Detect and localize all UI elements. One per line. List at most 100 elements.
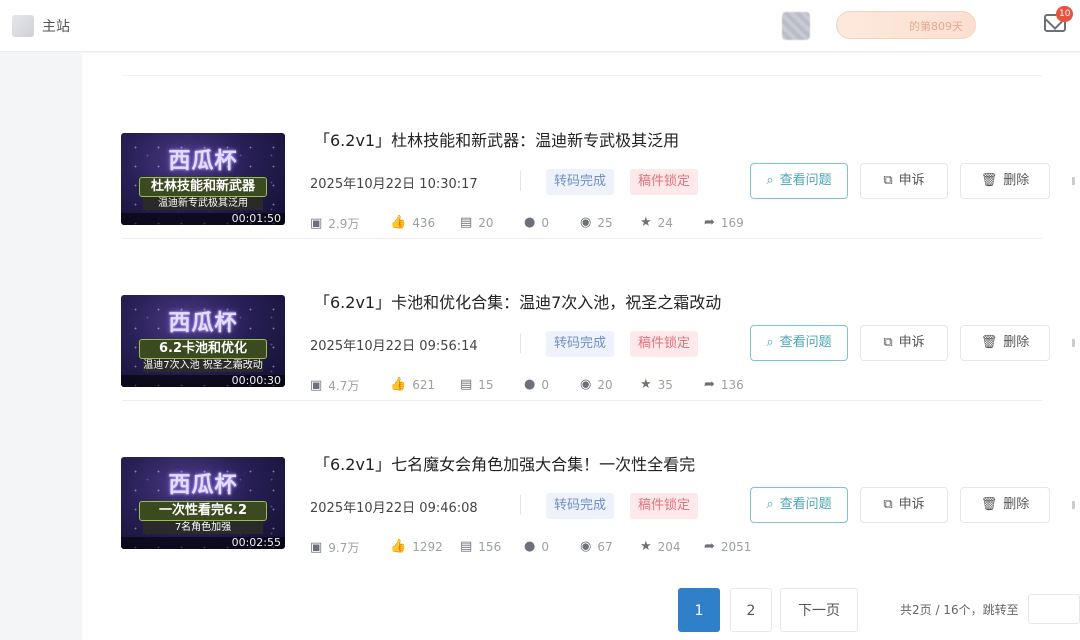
stat-comments: ● 0 xyxy=(524,539,549,554)
appeal-label: 申诉 xyxy=(898,335,925,350)
stat-value: 0 xyxy=(541,377,549,392)
stat-value: 67 xyxy=(597,539,613,554)
video-row: 西瓜杯 杜林技能和新武器 温迪新专武极其泛用 00:01:50 「6.2v1」杜… xyxy=(82,77,1080,239)
stat-likes: 👍 1292 xyxy=(390,539,443,554)
video-duration: 00:01:50 xyxy=(231,212,281,225)
stat-value: 9.7万 xyxy=(328,541,360,555)
more-icon[interactable] xyxy=(1072,339,1075,347)
delete-label: 删除 xyxy=(1003,497,1030,512)
thumbnail-brand: 西瓜杯 xyxy=(168,472,238,498)
stat-value: 136 xyxy=(720,377,744,392)
stat-value: 2051 xyxy=(720,539,752,554)
lock-status-badge: 稿件锁定 xyxy=(630,169,699,195)
days-badge: 的第809天 xyxy=(836,11,976,39)
video-list-panel: 西瓜杯 杜林技能和新武器 温迪新专武极其泛用 00:01:50 「6.2v1」杜… xyxy=(82,53,1080,640)
stat-value: 156 xyxy=(478,539,502,554)
stat-value: 436 xyxy=(412,215,436,230)
trash-icon: 🗑 xyxy=(980,335,998,350)
stat-value: 35 xyxy=(657,377,673,392)
comment-icon: ● xyxy=(524,539,536,554)
stat-value: 4.7万 xyxy=(328,379,360,393)
transcode-status-badge: 转码完成 xyxy=(546,493,615,519)
thumbnail-brand: 西瓜杯 xyxy=(168,310,238,336)
video-thumbnail[interactable]: 西瓜杯 一次性看完6.2 7名角色加强 00:02:55 xyxy=(121,457,285,549)
danmaku-icon: ▤ xyxy=(460,215,473,230)
share-icon: ➦ xyxy=(704,215,715,230)
mail-badge: 10 xyxy=(1056,6,1074,22)
delete-button[interactable]: 🗑 删除 xyxy=(960,325,1050,361)
site-logo-icon[interactable] xyxy=(12,15,34,37)
thumb-up-icon: 👍 xyxy=(390,539,407,554)
sidebar xyxy=(0,53,82,640)
more-icon[interactable] xyxy=(1072,177,1075,185)
stat-value: 0 xyxy=(541,215,549,230)
stat-favorites: ★ 35 xyxy=(640,377,673,392)
divider xyxy=(122,75,1042,76)
view-issue-button[interactable]: ⌕ 查看问题 xyxy=(750,487,848,523)
trash-icon: 🗑 xyxy=(980,173,998,188)
view-issue-label: 查看问题 xyxy=(779,173,832,188)
view-issue-button[interactable]: ⌕ 查看问题 xyxy=(750,163,848,199)
coin-icon: ◉ xyxy=(580,215,592,230)
delete-label: 删除 xyxy=(1003,173,1030,188)
site-name-link[interactable]: 主站 xyxy=(42,16,70,36)
video-date: 2025年10月22日 09:46:08 xyxy=(310,501,478,516)
video-thumbnail[interactable]: 西瓜杯 6.2卡池和优化 温迪7次入池 祝圣之霜改动 00:00:30 xyxy=(121,295,285,387)
stat-value: 2.9万 xyxy=(328,217,360,231)
avatar[interactable] xyxy=(782,12,810,40)
video-title[interactable]: 「6.2v1」七名魔女会角色加强大合集！一次性全看完 xyxy=(314,451,695,475)
stat-views: ▣ 2.9万 xyxy=(310,215,359,232)
view-issue-button[interactable]: ⌕ 查看问题 xyxy=(750,325,848,361)
more-icon[interactable] xyxy=(1072,501,1075,509)
video-row: 西瓜杯 6.2卡池和优化 温迪7次入池 祝圣之霜改动 00:00:30 「6.2… xyxy=(82,239,1080,401)
video-date: 2025年10月22日 10:30:17 xyxy=(310,177,478,192)
stat-favorites: ★ 24 xyxy=(640,215,673,230)
appeal-icon: ⧉ xyxy=(883,173,893,188)
stat-favorites: ★ 204 xyxy=(640,539,681,554)
danmaku-icon: ▤ xyxy=(460,539,473,554)
appeal-button[interactable]: ⧉ 申诉 xyxy=(860,487,948,523)
thumbnail-subcaption: 温迪7次入池 祝圣之霜改动 xyxy=(143,359,263,372)
delete-button[interactable]: 🗑 删除 xyxy=(960,163,1050,199)
video-title[interactable]: 「6.2v1」卡池和优化合集：温迪7次入池，祝圣之霜改动 xyxy=(314,289,721,313)
stat-likes: 👍 621 xyxy=(390,377,435,392)
thumbnail-caption: 一次性看完6.2 xyxy=(139,501,267,521)
appeal-icon: ⧉ xyxy=(883,497,893,512)
thumbnail-caption: 杜林技能和新武器 xyxy=(139,177,267,197)
stat-value: 1292 xyxy=(412,539,443,554)
share-icon: ➦ xyxy=(704,539,715,554)
stat-value: 24 xyxy=(657,215,673,230)
star-icon: ★ xyxy=(640,539,652,554)
video-thumbnail[interactable]: 西瓜杯 杜林技能和新武器 温迪新专武极其泛用 00:01:50 xyxy=(121,133,285,225)
transcode-status-badge: 转码完成 xyxy=(546,331,615,357)
divider xyxy=(520,495,521,515)
page-2-button[interactable]: 2 xyxy=(730,588,772,632)
pagination-info: 共2页 / 16个，跳转至 xyxy=(900,603,1019,617)
video-title[interactable]: 「6.2v1」杜林技能和新武器：温迪新专武极其泛用 xyxy=(314,127,679,151)
stat-value: 15 xyxy=(478,377,494,392)
page-1-button[interactable]: 1 xyxy=(678,588,720,632)
trash-icon: 🗑 xyxy=(980,497,998,512)
stat-likes: 👍 436 xyxy=(390,215,435,230)
star-icon: ★ xyxy=(640,215,652,230)
search-icon: ⌕ xyxy=(766,497,774,512)
view-issue-label: 查看问题 xyxy=(779,335,832,350)
coin-icon: ◉ xyxy=(580,539,592,554)
stat-comments: ● 0 xyxy=(524,377,549,392)
divider xyxy=(520,171,521,191)
appeal-button[interactable]: ⧉ 申诉 xyxy=(860,325,948,361)
lock-status-badge: 稿件锁定 xyxy=(630,331,699,357)
appeal-button[interactable]: ⧉ 申诉 xyxy=(860,163,948,199)
video-date: 2025年10月22日 09:56:14 xyxy=(310,339,478,354)
stat-value: 204 xyxy=(657,539,681,554)
share-icon: ➦ xyxy=(704,377,715,392)
next-page-button[interactable]: 下一页 xyxy=(780,588,858,632)
video-duration: 00:00:30 xyxy=(231,374,281,387)
stat-value: 25 xyxy=(597,215,613,230)
play-icon: ▣ xyxy=(310,540,323,555)
stat-danmaku: ▤ 156 xyxy=(460,539,501,554)
page-jump-input[interactable] xyxy=(1028,594,1080,624)
appeal-label: 申诉 xyxy=(898,497,925,512)
delete-button[interactable]: 🗑 删除 xyxy=(960,487,1050,523)
stat-comments: ● 0 xyxy=(524,215,549,230)
